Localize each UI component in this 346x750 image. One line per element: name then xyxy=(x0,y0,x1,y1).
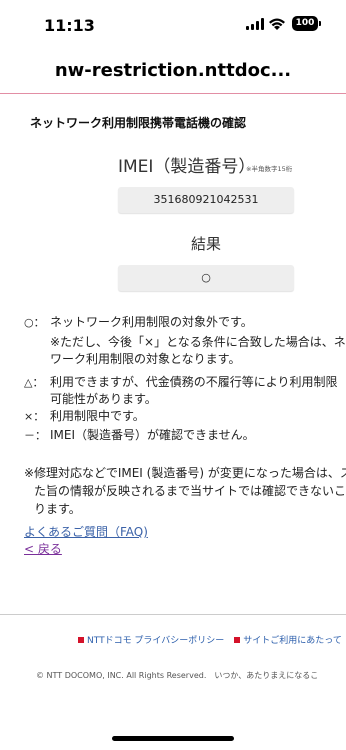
header-divider xyxy=(0,93,346,94)
dash-mark: －： xyxy=(24,429,46,442)
triangle-mark: △： xyxy=(24,376,44,389)
url-text[interactable]: nw-restriction.nttdoc... xyxy=(0,60,346,81)
legend-text: 利用できますが、代金債務の不履行等により利用制限 xyxy=(50,375,338,389)
legend-item-cross: ×： 利用制限中です。 xyxy=(24,408,145,425)
imei-label: IMEI（製造番号） xyxy=(118,157,256,177)
notice-line: た旨の情報が反映されるまで当サイトでは確認できないこ xyxy=(34,484,346,498)
result-label: 結果 xyxy=(190,235,221,253)
legend-note: ※ただし、今後「×」となる条件に合致した場合は、ネ xyxy=(50,335,346,349)
legend-item-dash: －： IMEI（製造番号）が確認できません。 xyxy=(24,427,255,444)
circle-mark: ○： xyxy=(24,316,45,329)
faq-link[interactable]: よくあるご質問（FAQ) xyxy=(24,523,148,540)
back-link[interactable]: < 戻る xyxy=(24,540,62,557)
status-bar: 11:13 100 xyxy=(0,0,346,44)
legend-text: 利用制限中です。 xyxy=(50,409,145,423)
legend-text: ネットワーク利用制限の対象外です。 xyxy=(50,315,253,329)
legend-text-continued: 可能性があります。 xyxy=(50,392,157,406)
status-time: 11:13 xyxy=(44,16,95,35)
red-square-icon xyxy=(78,637,84,643)
legend-item-circle: ○： ネットワーク利用制限の対象外です。 xyxy=(24,314,253,331)
imei-note: ※半角数字15桁 xyxy=(246,165,293,173)
battery-icon: 100 xyxy=(292,16,321,31)
copyright: © NTT DOCOMO, INC. All Rights Reserved. … xyxy=(36,671,319,680)
page-title: ネットワーク利用制限携帯電話機の確認 xyxy=(30,116,247,130)
cross-mark: ×： xyxy=(24,410,45,423)
cellular-signal-icon xyxy=(246,18,264,30)
site-terms-link[interactable]: サイトご利用にあたって xyxy=(243,636,342,646)
footer-links: NTTドコモ プライバシーポリシー サイトご利用にあたって xyxy=(78,633,346,646)
notice-line: ります。 xyxy=(34,502,81,516)
browser-url-bar[interactable]: nw-restriction.nttdoc... xyxy=(0,52,346,92)
red-square-icon xyxy=(234,637,241,643)
legend-item-triangle: △： 利用できますが、代金債務の不履行等により利用制限 xyxy=(24,374,338,391)
result-value-field: ○ xyxy=(118,265,294,291)
imei-value-field: 351680921042531 xyxy=(118,187,294,213)
notice-line: ※修理対応などでIMEI (製造番号) が変更になった場合は、ス xyxy=(24,466,346,480)
legend-text: IMEI（製造番号）が確認できません。 xyxy=(50,428,255,442)
legend-note: ワーク利用制限の対象となります。 xyxy=(50,352,241,366)
privacy-policy-link[interactable]: NTTドコモ プライバシーポリシー xyxy=(87,636,224,646)
wifi-icon xyxy=(268,16,286,35)
home-indicator xyxy=(112,736,234,741)
footer-divider xyxy=(0,614,346,615)
